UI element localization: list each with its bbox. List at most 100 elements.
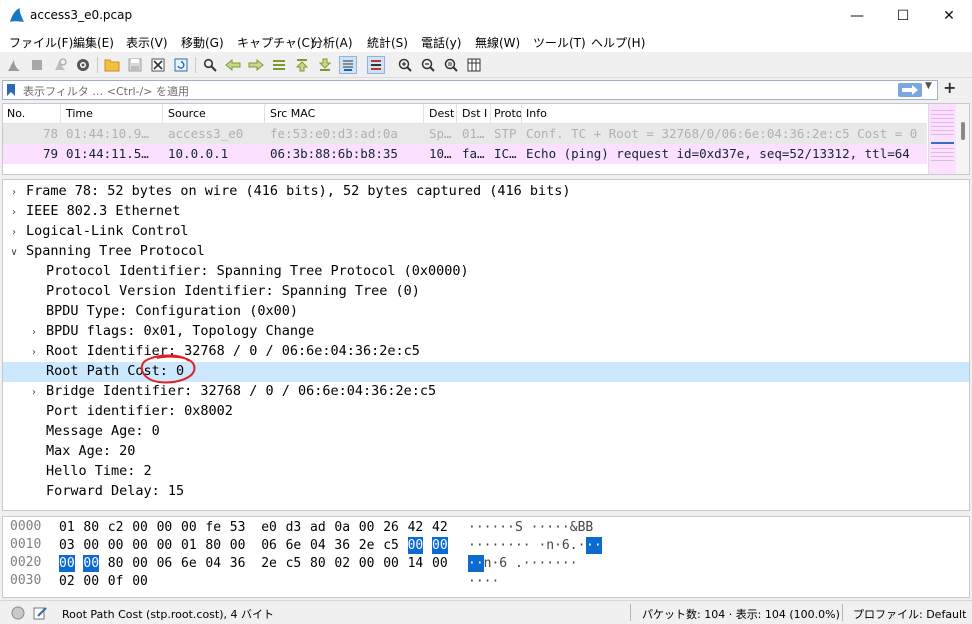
hex-byte[interactable]: 36 xyxy=(334,537,350,554)
tree-item[interactable]: BPDU Type: Configuration (0x00) xyxy=(3,302,969,322)
column-header-dest[interactable]: Dest xyxy=(429,107,454,120)
hex-ascii[interactable]: ······S ·····&BB xyxy=(468,519,593,536)
tree-item[interactable]: ∨ Spanning Tree Protocol xyxy=(3,242,969,262)
hex-byte[interactable]: ad xyxy=(310,519,326,536)
hex-byte[interactable]: d3 xyxy=(286,519,302,536)
hex-byte[interactable]: 0f xyxy=(108,573,124,590)
edit-comment-icon[interactable] xyxy=(32,605,48,621)
packet-row[interactable]: 78 01:44:10.9… access3_e0 fe:53:e0:d3:ad… xyxy=(3,124,927,144)
hex-byte[interactable]: 0a xyxy=(334,519,350,536)
chevron-right-icon[interactable]: › xyxy=(29,345,39,359)
tree-item[interactable]: Hello Time: 2 xyxy=(3,462,969,482)
hex-byte[interactable]: 80 xyxy=(83,519,99,536)
capture-options-icon[interactable] xyxy=(74,56,92,74)
hex-byte[interactable]: 2e xyxy=(261,555,277,572)
tree-item[interactable]: › Bridge Identifier: 32768 / 0 / 06:6e:0… xyxy=(3,382,969,402)
hex-byte[interactable]: 00 xyxy=(407,537,424,554)
hex-byte[interactable]: 00 xyxy=(132,573,148,590)
tree-item[interactable]: › Frame 78: 52 bytes on wire (416 bits),… xyxy=(3,182,969,202)
menu-wireless[interactable]: 無線(W) xyxy=(475,34,520,51)
hex-byte[interactable]: 00 xyxy=(108,537,124,554)
tree-item[interactable]: › Logical-Link Control xyxy=(3,222,969,242)
hex-byte[interactable]: 14 xyxy=(408,555,424,572)
menu-view[interactable]: 表示(V) xyxy=(126,34,168,51)
hex-ascii-highlight[interactable]: ·· xyxy=(586,537,602,554)
packet-minimap[interactable] xyxy=(928,104,956,174)
chevron-right-icon[interactable]: › xyxy=(9,225,19,239)
menu-analyze[interactable]: 分析(A) xyxy=(311,34,353,51)
tree-item[interactable]: Forward Delay: 15 xyxy=(3,482,969,502)
hex-byte[interactable]: 04 xyxy=(205,555,221,572)
hex-byte[interactable]: 80 xyxy=(310,555,326,572)
go-first-packet-icon[interactable] xyxy=(293,56,311,74)
hex-byte[interactable]: 00 xyxy=(230,537,246,554)
hex-byte[interactable]: 04 xyxy=(310,537,326,554)
start-capture-icon[interactable] xyxy=(5,56,23,74)
hex-byte[interactable]: 06 xyxy=(261,537,277,554)
hex-byte[interactable]: 01 xyxy=(181,537,197,554)
menu-file[interactable]: ファイル(F) xyxy=(9,34,73,51)
tree-item[interactable]: Message Age: 0 xyxy=(3,422,969,442)
chevron-right-icon[interactable]: › xyxy=(29,325,39,339)
hex-byte[interactable]: 03 xyxy=(59,537,75,554)
hex-byte[interactable]: 00 xyxy=(59,555,75,572)
menu-edit[interactable]: 編集(E) xyxy=(73,34,114,51)
display-filter-input[interactable]: 表示フィルタ … <Ctrl-/> を適用 xyxy=(23,83,189,99)
hex-byte[interactable]: 2e xyxy=(359,537,375,554)
bookmark-icon[interactable] xyxy=(6,83,16,97)
hex-byte[interactable]: e0 xyxy=(261,519,277,536)
hex-byte[interactable]: 00 xyxy=(157,537,173,554)
go-forward-icon[interactable] xyxy=(247,56,265,74)
hex-byte[interactable]: 00 xyxy=(83,555,100,572)
status-profile[interactable]: プロファイル: Default xyxy=(853,606,966,622)
hex-byte[interactable]: 01 xyxy=(59,519,75,536)
column-header-time[interactable]: Time xyxy=(66,107,93,120)
menu-go[interactable]: 移動(G) xyxy=(181,34,224,51)
hex-byte[interactable]: 02 xyxy=(334,555,350,572)
column-header-src-mac[interactable]: Src MAC xyxy=(270,107,315,120)
close-file-icon[interactable] xyxy=(149,56,167,74)
hex-byte[interactable]: 42 xyxy=(432,519,448,536)
zoom-in-icon[interactable] xyxy=(396,56,414,74)
hex-byte[interactable]: 00 xyxy=(181,519,197,536)
menu-capture[interactable]: キャプチャ(C) xyxy=(237,34,315,51)
hex-ascii[interactable]: ··n·6 .······· xyxy=(468,555,578,572)
menu-tools[interactable]: ツール(T) xyxy=(533,34,586,51)
apply-filter-button[interactable] xyxy=(898,83,922,97)
hex-ascii[interactable]: ···· xyxy=(468,573,499,590)
hex-byte[interactable]: 53 xyxy=(230,519,246,536)
hex-byte[interactable]: 00 xyxy=(83,537,99,554)
find-packet-icon[interactable] xyxy=(201,56,219,74)
column-header-dst-i[interactable]: Dst I xyxy=(462,107,488,120)
hex-byte[interactable]: 26 xyxy=(383,519,399,536)
hex-byte[interactable]: c2 xyxy=(108,519,124,536)
chevron-down-icon[interactable]: ∨ xyxy=(9,245,19,259)
hex-byte[interactable]: 80 xyxy=(205,537,221,554)
colorize-list-icon[interactable] xyxy=(367,56,385,74)
menu-telephony[interactable]: 電話(y) xyxy=(421,34,461,51)
column-header-no[interactable]: No. xyxy=(7,107,25,120)
column-header-protocol[interactable]: Proto xyxy=(494,107,522,120)
hex-byte[interactable]: 00 xyxy=(432,537,448,554)
hex-ascii[interactable]: ········ ·n·6.·· xyxy=(468,537,593,554)
chevron-right-icon[interactable]: › xyxy=(9,185,19,199)
go-last-packet-icon[interactable] xyxy=(316,56,334,74)
zoom-out-icon[interactable] xyxy=(419,56,437,74)
go-to-packet-icon[interactable] xyxy=(270,56,288,74)
add-filter-button[interactable]: + xyxy=(943,78,956,97)
hex-ascii-highlight[interactable]: ·· xyxy=(468,555,484,572)
restart-capture-icon[interactable] xyxy=(51,56,69,74)
column-header-source[interactable]: Source xyxy=(168,107,206,120)
open-file-icon[interactable] xyxy=(103,56,121,74)
hex-byte[interactable]: 00 xyxy=(132,519,148,536)
tree-item[interactable]: Protocol Identifier: Spanning Tree Proto… xyxy=(3,262,969,282)
packet-list-scrollbar[interactable] xyxy=(956,104,969,174)
hex-byte[interactable]: c5 xyxy=(383,537,399,554)
stop-capture-icon[interactable] xyxy=(28,56,46,74)
tree-item[interactable]: Max Age: 20 xyxy=(3,442,969,462)
hex-byte[interactable]: 00 xyxy=(132,537,148,554)
hex-byte[interactable]: 06 xyxy=(157,555,173,572)
chevron-right-icon[interactable]: › xyxy=(9,205,19,219)
hex-byte[interactable]: 6e xyxy=(286,537,302,554)
column-header-info[interactable]: Info xyxy=(526,107,547,120)
